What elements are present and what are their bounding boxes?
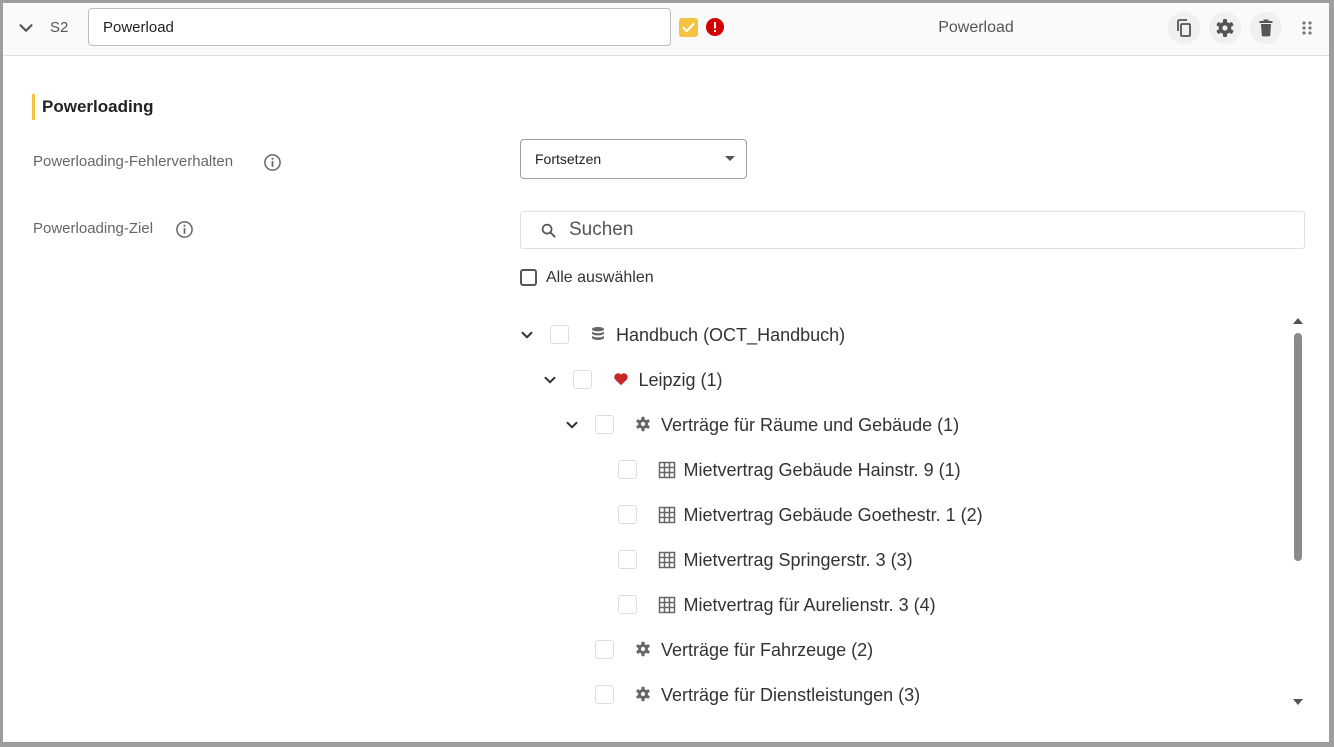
- gear-icon: [1216, 19, 1234, 37]
- chevron-down-icon[interactable]: [15, 17, 37, 39]
- info-icon[interactable]: [263, 153, 282, 172]
- tree-node[interactable]: Mietvertrag Gebäude Hainstr. 9 (1): [586, 455, 1330, 485]
- select-all-checkbox[interactable]: [520, 269, 537, 286]
- chevron-down-icon[interactable]: [518, 326, 536, 344]
- settings-button[interactable]: [1209, 12, 1241, 44]
- tree-node-checkbox[interactable]: [595, 685, 614, 704]
- tree-node-label: Handbuch (OCT_Handbuch): [616, 325, 846, 345]
- trash-icon: [1259, 19, 1273, 37]
- tree-node-label: Verträge für Dienstleistungen (3): [661, 685, 921, 705]
- scroll-down-icon[interactable]: [1293, 699, 1303, 705]
- tree-node-label: Leipzig (1): [638, 370, 723, 390]
- tree-node-checkbox[interactable]: [617, 460, 637, 479]
- gear-icon: [635, 416, 651, 437]
- chevron-down-icon[interactable]: [541, 371, 559, 389]
- tree-node-checkbox[interactable]: [617, 595, 637, 614]
- error-behavior-value: Fortsetzen: [535, 151, 602, 167]
- target-search: [520, 211, 1305, 249]
- tree-node[interactable]: Verträge für Räume und Gebäude (1): [563, 410, 1323, 440]
- section-accent-bar: [32, 94, 35, 120]
- table-icon: [658, 506, 676, 529]
- scroll-up-icon[interactable]: [1293, 318, 1303, 324]
- tree-node[interactable]: Handbuch (OCT_Handbuch): [518, 320, 1278, 350]
- heart-icon: [613, 371, 629, 392]
- tree-node-label: Mietvertrag Gebäude Goethestr. 1 (2): [683, 505, 983, 525]
- error-icon: [706, 18, 724, 36]
- tree-node[interactable]: Verträge für Dienstleistungen (3): [563, 680, 1323, 710]
- copy-icon: [1177, 19, 1191, 37]
- tree-node-label: Verträge für Fahrzeuge (2): [661, 640, 874, 660]
- tree-scrollbar[interactable]: [1291, 316, 1305, 710]
- tree-node-checkbox[interactable]: [572, 370, 592, 389]
- table-icon: [658, 551, 676, 574]
- step-panel: S2 Powerload Powerload Powerloading Powe…: [3, 3, 1329, 742]
- tree-node[interactable]: Verträge für Fahrzeuge (2): [563, 635, 1323, 665]
- check-icon: [679, 18, 698, 37]
- info-icon[interactable]: [175, 220, 194, 239]
- delete-button[interactable]: [1250, 12, 1282, 44]
- tree-node-checkbox[interactable]: [550, 325, 569, 344]
- chevron-down-icon[interactable]: [563, 416, 581, 434]
- scroll-thumb[interactable]: [1294, 333, 1302, 561]
- tree-node-checkbox[interactable]: [617, 550, 637, 569]
- tree-node-checkbox[interactable]: [617, 505, 637, 524]
- tree-node-label: Mietvertrag für Aurelienstr. 3 (4): [683, 595, 936, 615]
- error-behavior-select[interactable]: Fortsetzen: [520, 139, 747, 179]
- search-input[interactable]: [569, 212, 1269, 248]
- gear-icon: [635, 686, 651, 707]
- step-id: S2: [50, 19, 69, 36]
- table-icon: [658, 596, 676, 619]
- caret-down-icon: [725, 156, 735, 161]
- step-name-input[interactable]: [88, 8, 671, 46]
- tree-node-label: Mietvertrag Gebäude Hainstr. 9 (1): [683, 460, 961, 480]
- gear-icon: [635, 641, 651, 662]
- section-title: Powerloading: [42, 97, 154, 116]
- tree-node[interactable]: Leipzig (1): [541, 365, 1301, 395]
- search-icon: [541, 223, 556, 238]
- tree-node[interactable]: Mietvertrag Springerstr. 3 (3): [586, 545, 1330, 575]
- tree-node-checkbox[interactable]: [595, 415, 614, 434]
- tree-node-label: Mietvertrag Springerstr. 3 (3): [683, 550, 913, 570]
- tree-node-checkbox[interactable]: [595, 640, 614, 659]
- tree-node[interactable]: Mietvertrag Gebäude Goethestr. 1 (2): [586, 500, 1330, 530]
- error-behavior-label: Powerloading-Fehlerverhalten: [33, 153, 234, 170]
- step-title: Powerload: [938, 19, 1014, 36]
- target-label: Powerloading-Ziel: [33, 220, 154, 237]
- drag-handle-icon[interactable]: [1301, 19, 1313, 37]
- table-icon: [658, 461, 676, 484]
- select-all-label: Alle auswählen: [546, 269, 654, 286]
- tree-node-label: Verträge für Räume und Gebäude (1): [661, 415, 960, 435]
- database-icon: [590, 326, 606, 347]
- step-header: S2 Powerload: [3, 3, 1329, 56]
- tree-node[interactable]: Mietvertrag für Aurelienstr. 3 (4): [586, 590, 1330, 620]
- copy-button[interactable]: [1168, 12, 1200, 44]
